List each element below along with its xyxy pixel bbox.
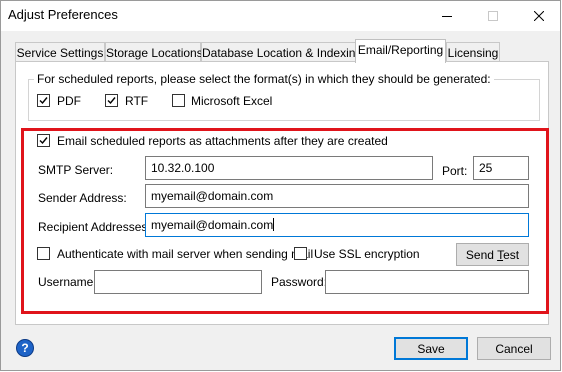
pdf-checkbox[interactable] bbox=[37, 94, 50, 107]
tab-storage-locations[interactable]: Storage Locations bbox=[105, 42, 203, 62]
tab-label: Database Location & Indexing bbox=[202, 46, 363, 60]
ssl-checkbox[interactable] bbox=[294, 247, 307, 260]
tab-label: Licensing bbox=[447, 46, 499, 60]
close-icon bbox=[534, 11, 544, 21]
ssl-label: Use SSL encryption bbox=[314, 247, 420, 261]
tab-service-settings[interactable]: Service Settings bbox=[15, 42, 105, 62]
email-attachments-checkbox[interactable] bbox=[37, 134, 50, 147]
checkmark-icon bbox=[39, 137, 48, 145]
tab-label: Email/Reporting bbox=[357, 43, 444, 57]
minimize-icon bbox=[442, 16, 452, 17]
save-button-label: Save bbox=[417, 342, 445, 356]
adjust-preferences-dialog: Adjust Preferences Service Settings Stor… bbox=[0, 0, 561, 371]
maximize-button[interactable] bbox=[470, 1, 516, 31]
help-icon[interactable]: ? bbox=[16, 339, 34, 357]
tab-label: Storage Locations bbox=[106, 46, 203, 60]
recipient-addresses-input[interactable]: myemail@domain.com bbox=[145, 213, 529, 237]
rtf-checkbox[interactable] bbox=[105, 94, 118, 107]
username-input[interactable] bbox=[94, 270, 262, 294]
password-label: Password: bbox=[271, 275, 328, 289]
send-test-button[interactable]: Send Test bbox=[456, 243, 529, 266]
smtp-server-label: SMTP Server: bbox=[38, 163, 114, 177]
port-input[interactable]: 25 bbox=[473, 156, 529, 180]
cancel-button[interactable]: Cancel bbox=[477, 337, 551, 360]
authenticate-checkbox[interactable] bbox=[37, 247, 50, 260]
tab-label: Service Settings bbox=[16, 46, 104, 60]
tab-email-reporting[interactable]: Email/Reporting bbox=[355, 39, 446, 63]
smtp-server-input[interactable]: 10.32.0.100 bbox=[145, 156, 433, 180]
authenticate-label: Authenticate with mail server when sendi… bbox=[57, 247, 314, 261]
title-bar: Adjust Preferences bbox=[1, 1, 560, 31]
excel-checkbox[interactable] bbox=[172, 94, 185, 107]
window-title: Adjust Preferences bbox=[8, 7, 118, 22]
email-attachments-label: Email scheduled reports as attachments a… bbox=[57, 134, 388, 148]
maximize-icon bbox=[488, 11, 498, 21]
tab-database-location-indexing[interactable]: Database Location & Indexing bbox=[201, 42, 362, 62]
password-input[interactable] bbox=[325, 270, 529, 294]
checkmark-icon bbox=[39, 97, 48, 105]
username-label: Username: bbox=[38, 275, 97, 289]
sender-address-input[interactable]: myemail@domain.com bbox=[145, 184, 529, 208]
recipient-addresses-label: Recipient Addresses: bbox=[38, 220, 151, 234]
cancel-button-label: Cancel bbox=[495, 342, 533, 356]
minimize-button[interactable] bbox=[424, 1, 470, 31]
sender-address-label: Sender Address: bbox=[38, 191, 127, 205]
rtf-label: RTF bbox=[125, 94, 149, 108]
close-button[interactable] bbox=[516, 1, 560, 31]
excel-label: Microsoft Excel bbox=[191, 94, 273, 108]
checkmark-icon bbox=[107, 97, 116, 105]
text-cursor bbox=[273, 218, 275, 231]
save-button[interactable]: Save bbox=[394, 337, 468, 360]
pdf-label: PDF bbox=[57, 94, 81, 108]
format-group-legend: For scheduled reports, please select the… bbox=[34, 72, 494, 86]
tab-licensing[interactable]: Licensing bbox=[446, 42, 500, 62]
port-label: Port: bbox=[442, 164, 468, 178]
recipient-addresses-value: myemail@domain.com bbox=[151, 218, 274, 232]
